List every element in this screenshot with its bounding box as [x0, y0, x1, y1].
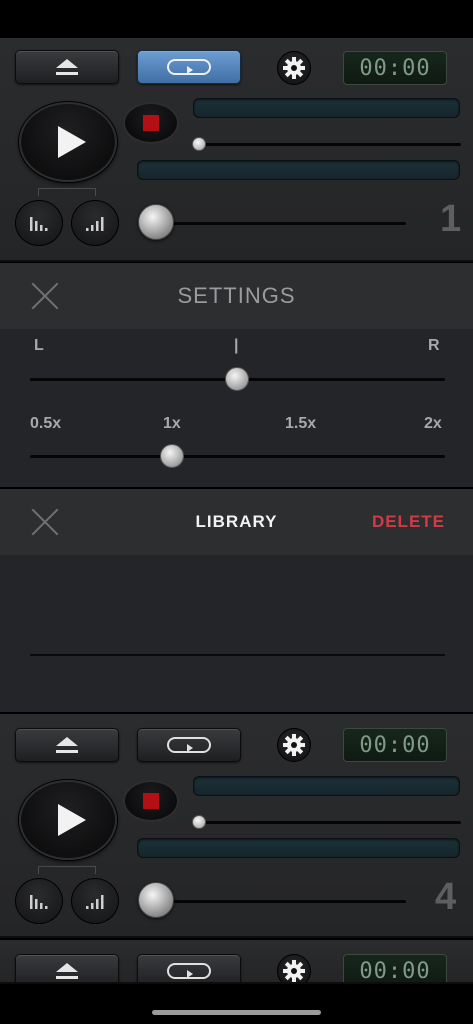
waveform-bar-top	[193, 776, 460, 796]
speed-label-3: 2x	[424, 415, 442, 432]
eq-low-button[interactable]	[15, 878, 63, 924]
eject-icon	[56, 737, 78, 753]
eq-high-icon	[86, 217, 104, 231]
record-icon	[143, 793, 159, 809]
library-divider	[30, 654, 445, 656]
gear-icon	[283, 960, 305, 982]
waveform-bar-bottom	[137, 838, 460, 858]
eq-low-icon	[30, 895, 48, 909]
settings-header: SETTINGS	[0, 263, 473, 329]
play-button[interactable]	[19, 102, 117, 182]
eq-low-icon	[30, 217, 48, 231]
delete-button[interactable]: DELETE	[372, 512, 445, 532]
loop-button[interactable]	[137, 954, 241, 982]
eq-high-icon	[86, 895, 104, 909]
eq-high-button[interactable]	[71, 200, 119, 246]
speed-label-0: 0.5x	[30, 415, 62, 432]
position-knob[interactable]	[192, 815, 206, 829]
library-list	[0, 555, 473, 712]
settings-button[interactable]	[277, 728, 311, 762]
gear-icon	[283, 734, 305, 756]
loop-button[interactable]	[137, 50, 241, 84]
eject-button[interactable]	[15, 50, 119, 84]
volume-knob[interactable]	[138, 882, 174, 918]
time-display: 00:00	[343, 51, 447, 85]
gear-icon	[283, 57, 305, 79]
eq-link-bracket	[38, 866, 96, 874]
pan-slider-knob[interactable]	[225, 367, 249, 391]
eject-button[interactable]	[15, 954, 119, 982]
loop-icon	[167, 737, 211, 753]
eject-icon	[56, 963, 78, 979]
status-bar	[0, 0, 473, 38]
speed-label-2: 1.5x	[285, 415, 317, 432]
waveform-bar-bottom	[137, 160, 460, 180]
play-icon	[58, 126, 86, 158]
loop-button[interactable]	[137, 728, 241, 762]
eject-button[interactable]	[15, 728, 119, 762]
deck-number: 1	[440, 198, 462, 240]
pan-right-label: R	[428, 337, 440, 354]
home-bar	[0, 984, 473, 1024]
settings-title: SETTINGS	[177, 283, 296, 308]
volume-track[interactable]	[150, 222, 406, 225]
home-indicator[interactable]	[152, 1010, 321, 1015]
volume-knob[interactable]	[138, 204, 174, 240]
waveform-bar-top	[193, 98, 460, 118]
speed-label-1: 1x	[163, 415, 181, 432]
play-icon	[58, 804, 86, 836]
deck-4: 00:00 4	[0, 714, 473, 938]
library-header: LIBRARY DELETE	[0, 489, 473, 555]
deck-1: 00:00 1	[0, 38, 473, 262]
pan-center-label: |	[234, 337, 239, 354]
record-button[interactable]	[123, 102, 179, 144]
eq-link-bracket	[38, 188, 96, 196]
speed-slider-track[interactable]	[30, 455, 445, 458]
settings-body: L | R 0.5x 1x 1.5x 2x	[0, 329, 473, 487]
time-display: 00:00	[343, 954, 447, 982]
loop-icon	[167, 59, 211, 75]
settings-button[interactable]	[277, 954, 311, 982]
position-track[interactable]	[193, 821, 461, 824]
speed-slider-knob[interactable]	[160, 444, 184, 468]
library-title: LIBRARY	[195, 512, 278, 531]
pan-left-label: L	[34, 337, 44, 354]
settings-button[interactable]	[277, 51, 311, 85]
volume-track[interactable]	[150, 900, 406, 903]
close-icon[interactable]	[30, 507, 60, 537]
time-display: 00:00	[343, 728, 447, 762]
close-icon[interactable]	[30, 281, 60, 311]
deck-5: 00:00	[0, 940, 473, 984]
eject-icon	[56, 59, 78, 75]
play-button[interactable]	[19, 780, 117, 860]
position-track[interactable]	[193, 143, 461, 146]
record-button[interactable]	[123, 780, 179, 822]
eq-high-button[interactable]	[71, 878, 119, 924]
deck-number: 4	[435, 876, 457, 918]
loop-icon	[167, 963, 211, 979]
record-icon	[143, 115, 159, 131]
eq-low-button[interactable]	[15, 200, 63, 246]
position-knob[interactable]	[192, 137, 206, 151]
